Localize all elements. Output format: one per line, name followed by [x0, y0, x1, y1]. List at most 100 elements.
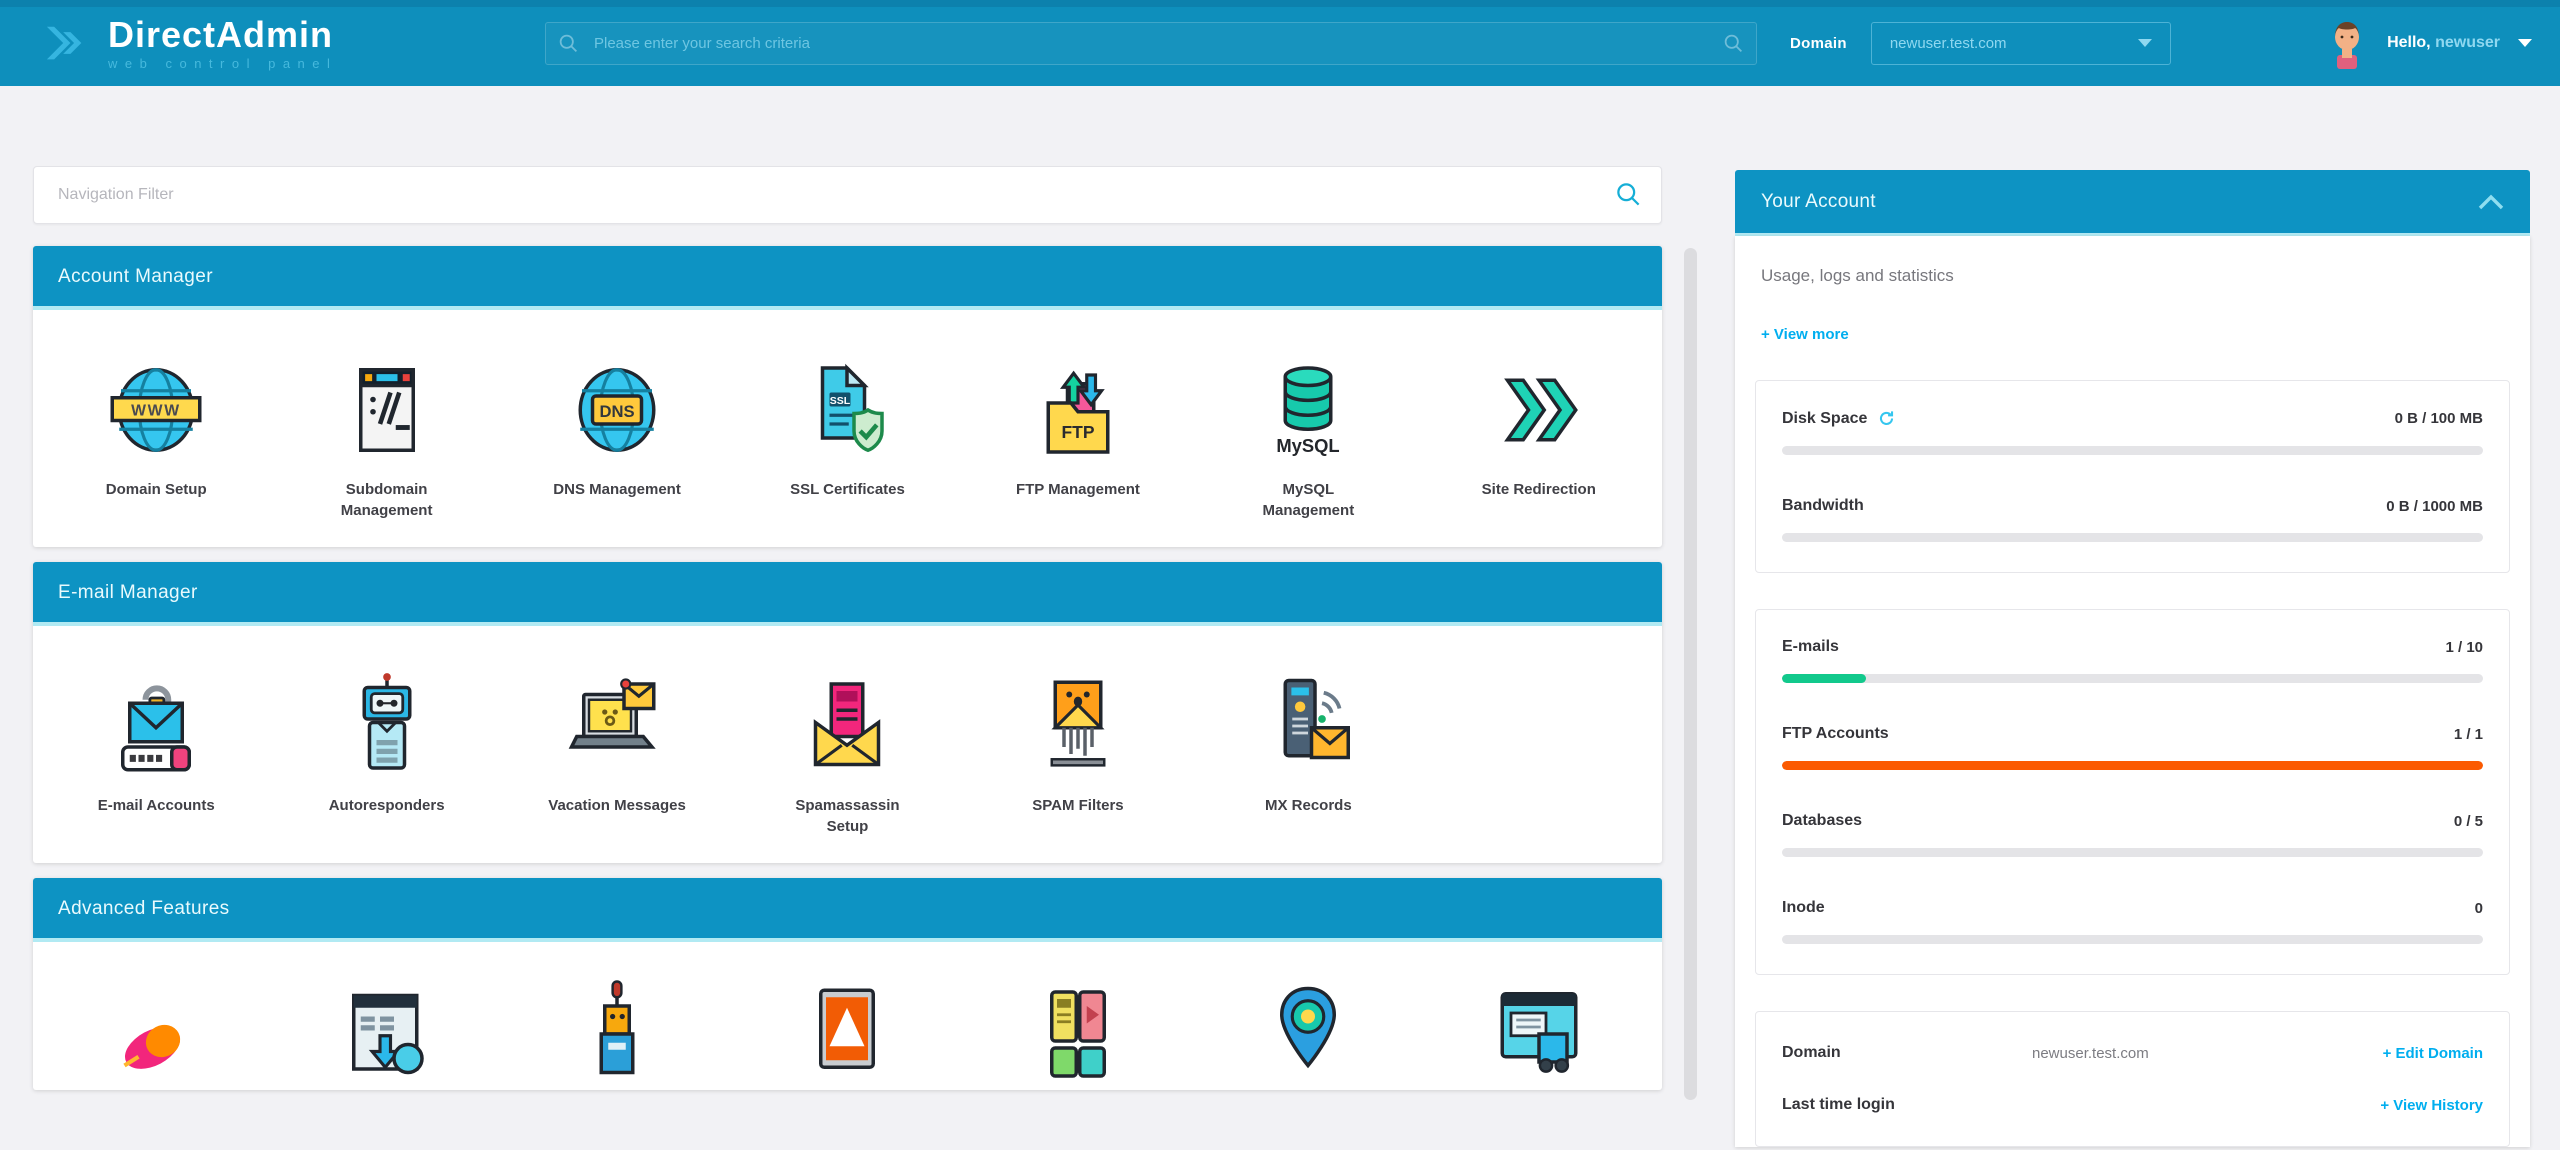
logo-chevrons-icon — [46, 26, 82, 60]
tile-label: Spamassassin Setup — [795, 797, 900, 835]
tile-ssl-certificates[interactable]: SSL SSL Certificates — [732, 354, 962, 521]
site-builder-icon — [1500, 992, 1578, 1073]
section-email-manager: E-mail Manager E-mail Accounts Autorespo… — [33, 562, 1662, 863]
search-icon — [559, 34, 577, 52]
stat-databases: Databases 0 / 5 — [1782, 812, 2483, 857]
header-search-input[interactable] — [545, 22, 1757, 65]
tile-label: Autoresponders — [328, 797, 445, 814]
tile-autoresponders[interactable]: Autoresponders — [271, 670, 501, 837]
double-chevron-icon — [1503, 378, 1578, 442]
info-row-domain: Domain newuser.test.com + Edit Domain — [1782, 1044, 2483, 1062]
chevron-up-icon[interactable] — [2478, 194, 2504, 210]
usage-box: Disk Space 0 B / 100 MB Bandwidth 0 B / … — [1755, 380, 2510, 573]
tile-advanced-1[interactable] — [41, 978, 271, 1090]
logo-subtitle: web control panel — [108, 55, 338, 71]
domain-info-box: Domain newuser.test.com + Edit Domain La… — [1755, 1011, 2510, 1147]
section-title: Advanced Features — [33, 878, 1662, 942]
tile-advanced-3[interactable] — [502, 978, 732, 1090]
tile-advanced-6[interactable] — [1193, 978, 1423, 1090]
search-icon[interactable] — [1615, 181, 1642, 208]
tile-vacation-messages[interactable]: Vacation Messages — [502, 670, 732, 837]
tile-advanced-4[interactable] — [732, 978, 962, 1090]
header-search — [545, 22, 1757, 65]
tile-advanced-7[interactable] — [1424, 978, 1654, 1090]
tile-label: SSL Certificates — [790, 481, 905, 498]
tile-label: FTP Management — [1015, 481, 1140, 498]
your-account-header[interactable]: Your Account — [1735, 170, 2530, 236]
envelope-lock-icon — [121, 685, 192, 772]
tile-label: Domain Setup — [105, 481, 207, 498]
directadmin-logo[interactable]: DirectAdmin web control panel — [36, 14, 337, 72]
tile-label: Vacation Messages — [548, 797, 686, 814]
tile-domain-setup[interactable]: WWW Domain Setup — [41, 354, 271, 521]
tile-mysql-management[interactable]: MySQL MySQL Management — [1193, 354, 1423, 521]
progress-bar — [1782, 533, 2483, 542]
progress-bar — [1782, 674, 2483, 683]
domain-label: Domain — [1790, 34, 1847, 52]
panel-title: Your Account — [1761, 190, 1876, 212]
panel-subtitle: Usage, logs and statistics — [1761, 266, 1954, 285]
stat-disk-space: Disk Space 0 B / 100 MB — [1782, 409, 2483, 455]
avatar — [2335, 22, 2360, 69]
server-mail-icon — [1283, 678, 1351, 760]
greeting: Hello, newuser — [2387, 34, 2500, 51]
tile-label: SPAM Filters — [1032, 797, 1124, 814]
spam-letter-icon — [814, 682, 881, 767]
progress-bar — [1782, 761, 2483, 770]
certificate-shield-icon: SSL — [821, 363, 885, 453]
location-pin-icon — [1280, 986, 1337, 1069]
tile-site-redirection[interactable]: Site Redirection — [1424, 354, 1654, 521]
view-history-link[interactable]: + View History — [2380, 1097, 2483, 1114]
progress-bar — [1782, 935, 2483, 944]
tile-ftp-management[interactable]: FTP FTP Management — [963, 354, 1193, 521]
svg-text:MySQL: MySQL — [1277, 435, 1340, 456]
tile-email-accounts[interactable]: E-mail Accounts — [41, 670, 271, 837]
tile-label: MySQL Management — [1262, 481, 1355, 519]
tile-label: Subdomain Management — [340, 481, 433, 519]
edit-domain-link[interactable]: + Edit Domain — [2383, 1045, 2483, 1062]
top-header: DirectAdmin web control panel Domain new… — [0, 0, 2560, 86]
user-menu[interactable]: Hello, newuser — [2325, 0, 2532, 86]
domain-dropdown[interactable]: newuser.test.com — [1870, 21, 2171, 65]
mysql-database-icon: MySQL — [1277, 366, 1340, 456]
view-more-link[interactable]: + View more — [1761, 326, 1849, 343]
scrollbar[interactable] — [1684, 248, 1697, 1100]
ftp-folder-icon: FTP — [1046, 370, 1110, 454]
domain-dropdown-value: newuser.test.com — [1889, 34, 2007, 52]
globe-dns-icon: DNS — [578, 368, 656, 452]
comet-icon — [123, 1024, 181, 1069]
search-icon[interactable] — [1723, 33, 1744, 54]
globe-www-icon: WWW — [110, 368, 202, 452]
chevron-down-icon — [2137, 39, 2152, 47]
tile-empty — [1424, 670, 1654, 837]
stat-ftp-accounts: FTP Accounts 1 / 1 — [1782, 725, 2483, 770]
tile-dns-management[interactable]: DNS DNS Management — [502, 354, 732, 521]
refresh-icon[interactable] — [1877, 409, 1896, 428]
logo-title: DirectAdmin — [108, 14, 334, 56]
tile-label: MX Records — [1265, 797, 1352, 814]
svg-text:FTP: FTP — [1061, 422, 1094, 442]
tile-subdomain-management[interactable]: Subdomain Management — [271, 354, 501, 521]
stat-emails: E-mails 1 / 10 — [1782, 638, 2483, 683]
tile-spam-filters[interactable]: SPAM Filters — [963, 670, 1193, 837]
browser-download-icon — [351, 993, 424, 1075]
your-account-panel: Your Account Usage, logs and statistics … — [1735, 170, 2530, 1147]
section-advanced-features: Advanced Features — [33, 878, 1662, 1090]
tile-advanced-2[interactable] — [271, 978, 501, 1090]
laptop-mail-icon — [568, 678, 656, 749]
tile-advanced-5[interactable] — [963, 978, 1193, 1090]
navigation-filter-input[interactable] — [33, 166, 1662, 224]
tile-spamassassin-setup[interactable]: Spamassassin Setup — [732, 670, 962, 837]
robot-icon — [362, 673, 412, 770]
svg-text:WWW: WWW — [131, 402, 181, 419]
progress-bar — [1782, 848, 2483, 857]
tile-mx-records[interactable]: MX Records — [1193, 670, 1423, 837]
tile-label: Site Redirection — [1481, 481, 1596, 498]
stat-bandwidth: Bandwidth 0 B / 1000 MB — [1782, 497, 2483, 542]
section-title: Account Manager — [33, 246, 1662, 310]
stat-inode: Inode 0 — [1782, 899, 2483, 944]
tile-label: E-mail Accounts — [97, 797, 215, 814]
domain-area: Domain newuser.test.com — [1790, 0, 2171, 86]
section-title: E-mail Manager — [33, 562, 1662, 626]
chevron-down-icon — [2518, 39, 2532, 47]
